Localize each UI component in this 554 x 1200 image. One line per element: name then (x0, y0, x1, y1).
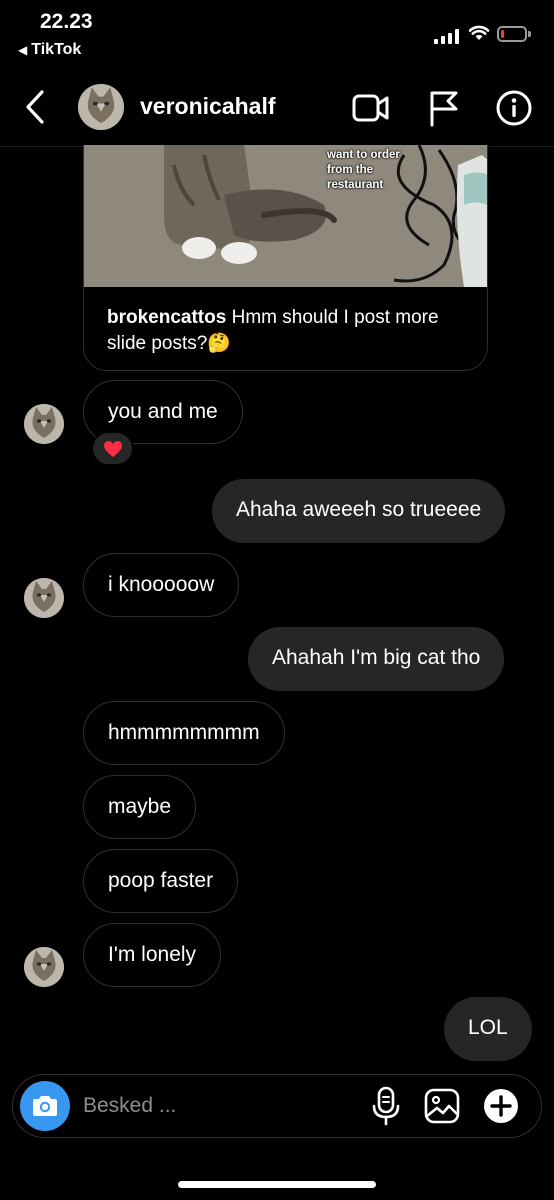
plus-circle-icon (484, 1089, 518, 1123)
shared-post-image: want to order from the restaurant (84, 145, 487, 287)
chevron-left-icon (26, 90, 44, 124)
microphone-icon (372, 1086, 400, 1126)
video-camera-icon (352, 94, 389, 122)
cat-photo (84, 145, 487, 287)
message-input[interactable] (83, 1086, 343, 1126)
header-avatar[interactable] (78, 84, 124, 130)
status-time: 22.23 (40, 10, 93, 33)
heart-reaction[interactable]: ❤️ (91, 431, 134, 466)
shared-post-caption: brokencattos Hmm should I post more slid… (107, 305, 467, 357)
thinking-face-emoji: 🤔 (207, 333, 232, 354)
heart-icon (103, 440, 122, 457)
message-bubble-incoming[interactable]: poop faster (83, 849, 239, 913)
cat-avatar-image (24, 578, 64, 618)
voice-message-button[interactable] (366, 1084, 406, 1128)
message-bubble-incoming[interactable]: maybe (83, 775, 197, 839)
message-bubble-outgoing[interactable]: Ahaha aweeeh so trueeee (212, 479, 506, 543)
conversation-username[interactable]: veronicahalf (140, 93, 276, 120)
message-bubble-incoming[interactable]: hmmmmmmmm (83, 701, 285, 765)
flag-icon (430, 91, 458, 127)
cat-avatar-image (24, 404, 64, 444)
info-icon (496, 90, 532, 126)
message-bubble-incoming[interactable]: i knooooow (83, 553, 240, 617)
back-to-app-link[interactable]: ◀ TikTok (18, 41, 81, 59)
camera-icon (33, 1096, 57, 1116)
post-author[interactable]: brokencattos (107, 307, 226, 328)
message-bubble-incoming[interactable]: I'm lonely (83, 923, 222, 987)
cat-avatar-image (24, 947, 64, 987)
cellular-signal-icon (434, 28, 462, 44)
sender-avatar[interactable] (24, 404, 64, 444)
battery-level (501, 30, 504, 38)
conversation-info-button[interactable] (494, 88, 534, 128)
battery-icon (497, 26, 527, 42)
add-content-button[interactable] (481, 1084, 521, 1128)
back-triangle-icon: ◀ (18, 43, 28, 57)
sender-avatar[interactable] (24, 578, 64, 618)
message-bubble-outgoing[interactable]: Ahahah I'm big cat tho (248, 627, 505, 691)
gallery-button[interactable] (422, 1084, 462, 1128)
video-call-button[interactable] (351, 88, 391, 128)
cat-avatar-image (78, 84, 124, 130)
wifi-icon (468, 24, 490, 47)
sender-avatar[interactable] (24, 947, 64, 987)
image-icon (424, 1088, 460, 1124)
back-button[interactable] (18, 86, 54, 128)
shared-post[interactable]: want to order from the restaurant broken… (83, 145, 488, 371)
home-indicator[interactable] (178, 1181, 376, 1188)
report-button[interactable] (424, 88, 464, 128)
camera-button[interactable] (20, 1081, 70, 1131)
back-app-label: TikTok (31, 41, 82, 58)
meme-text: want to order from the restaurant (327, 149, 400, 191)
message-bubble-outgoing[interactable]: LOL (444, 997, 532, 1061)
battery-tip (528, 31, 531, 37)
